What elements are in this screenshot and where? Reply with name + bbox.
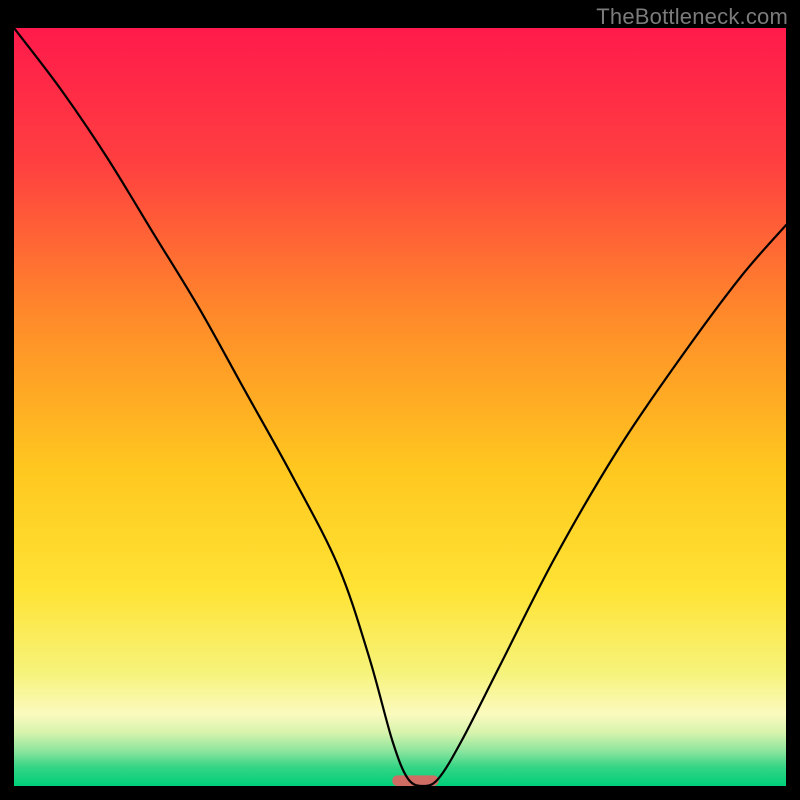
chart-frame: TheBottleneck.com — [0, 0, 800, 800]
plot-area — [14, 28, 786, 786]
chart-svg — [14, 28, 786, 786]
chart-background — [14, 28, 786, 786]
watermark-label: TheBottleneck.com — [596, 4, 788, 30]
